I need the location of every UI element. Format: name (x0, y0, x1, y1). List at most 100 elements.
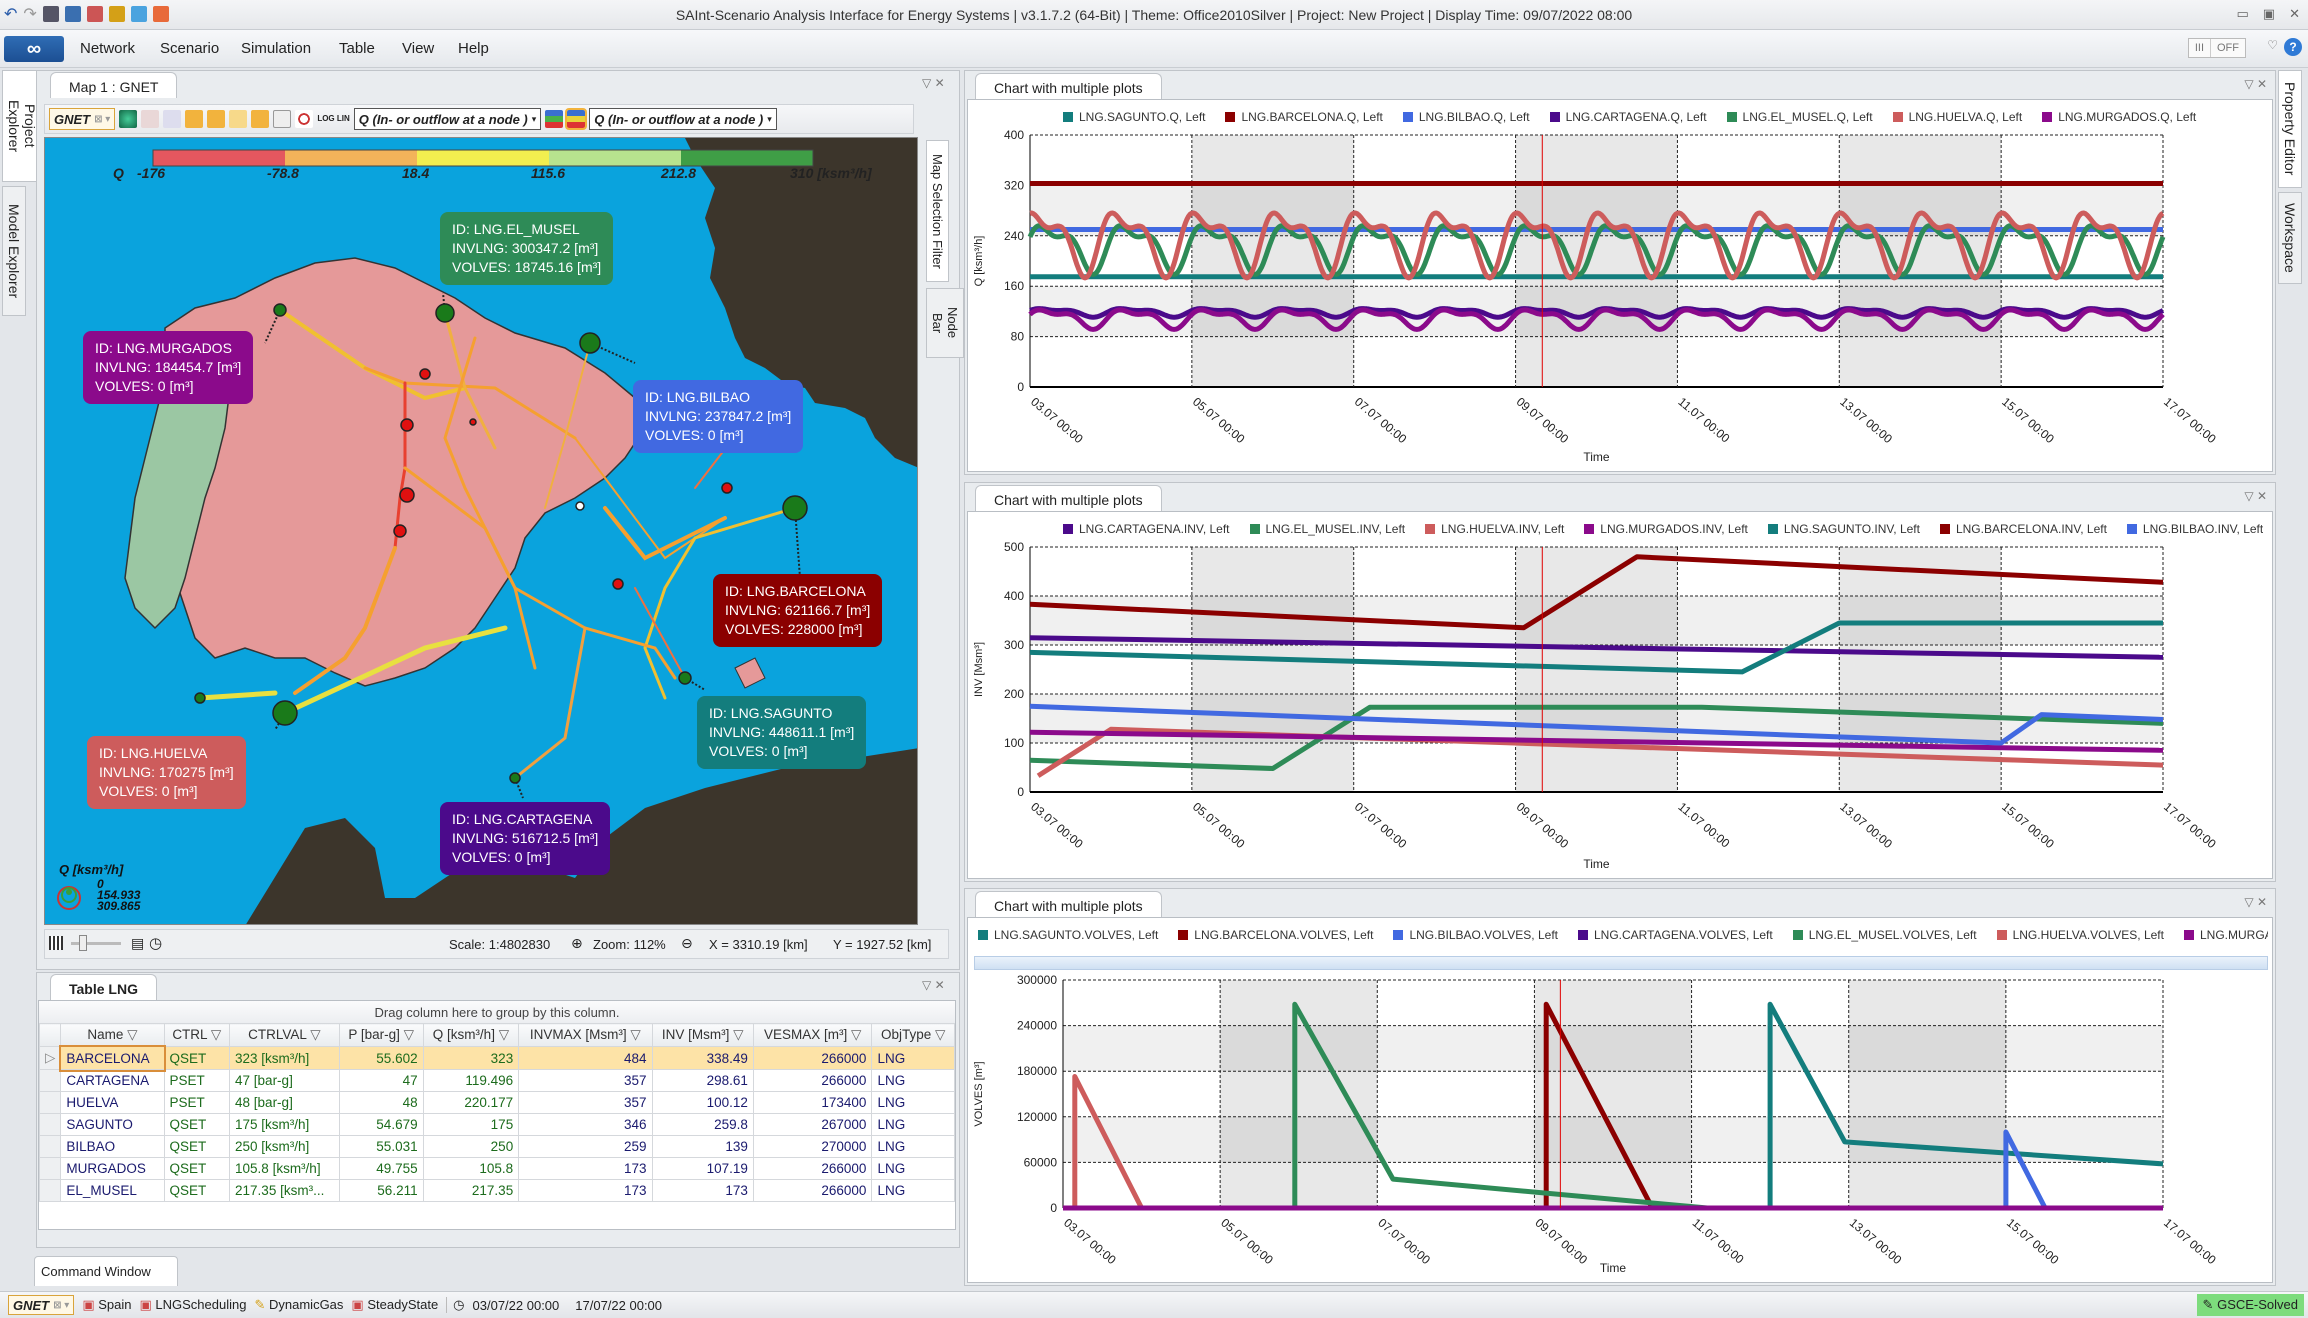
grid-toggle-icon[interactable] (49, 936, 63, 950)
network-selector[interactable]: GNET ⊠ ▾ (49, 108, 116, 130)
table-row[interactable]: MURGADOS QSET 105.8 [ksm³/h] 49.755 105.8 173… (38, 1157, 955, 1180)
table-cell[interactable]: CARTAGENA (60, 1069, 165, 1092)
table-cell[interactable]: 259 (518, 1135, 653, 1158)
row-indicator[interactable] (38, 1069, 62, 1092)
table-cell[interactable]: BARCELONA (58, 1044, 167, 1072)
table-cell[interactable]: 173400 (752, 1091, 873, 1114)
tab-chart[interactable]: Chart with multiple plots (975, 73, 1162, 99)
menu-network[interactable]: Network (80, 40, 135, 57)
table-cell[interactable]: 357 (518, 1091, 653, 1114)
table-cell[interactable]: 484 (518, 1046, 653, 1070)
filter-icon[interactable]: ▽ (306, 1027, 320, 1042)
infobox-barcelona[interactable]: ID: LNG.BARCELONA INVLNG: 621166.7 [m³] … (713, 574, 883, 647)
table-cell[interactable]: 357 (518, 1069, 653, 1092)
pipeline[interactable] (197, 690, 278, 701)
column-header[interactable]: VESMAX [m³] ▽ (752, 1023, 873, 1047)
side-tab-node-bar[interactable]: Node Bar (926, 288, 964, 358)
table-cell[interactable]: LNG (871, 1135, 955, 1158)
table-cell[interactable]: 48 (338, 1091, 424, 1114)
column-header[interactable]: INVMAX [Msm³] ▽ (518, 1023, 653, 1047)
side-tab-map-selection-filter[interactable]: Map Selection Filter (926, 140, 949, 282)
status-network-selector[interactable]: GNET ⊠ ▾ (8, 1295, 75, 1315)
lng-node-cartagena[interactable] (509, 772, 521, 784)
table-cell[interactable]: 267000 (752, 1113, 873, 1136)
filter-icon[interactable]: ▽ (400, 1027, 414, 1042)
menu-view[interactable]: View (402, 40, 434, 57)
table-cell[interactable]: 220.177 (422, 1091, 520, 1114)
scenario-lngscheduling[interactable]: ▣ LNGScheduling (139, 1297, 246, 1313)
list-icon[interactable] (163, 110, 182, 128)
column-header[interactable]: INV [Msm³] ▽ (651, 1023, 754, 1047)
table-cell[interactable]: 338.49 (651, 1046, 754, 1070)
map-canvas[interactable]: Q -176 -78.8 18.4 115.6 212.8 310 [ksm³/… (44, 137, 918, 925)
zoom-out-icon[interactable]: ⊖ (681, 935, 693, 952)
filter-icon[interactable]: ▽ (627, 1027, 640, 1042)
table-cell[interactable]: HUELVA (60, 1091, 165, 1114)
filter-icon[interactable]: ▽ (123, 1027, 137, 1042)
table-cell[interactable]: 55.031 (338, 1135, 424, 1158)
tab-command-window[interactable]: Command Window (34, 1256, 178, 1286)
maximize-button[interactable]: ▣ (2263, 6, 2275, 22)
map-panel-menu-icon[interactable]: ▽ ✕ (922, 76, 945, 90)
table-row[interactable]: CARTAGENA PSET 47 [bar-g] 47 119.496 357 298.6… (38, 1069, 955, 1092)
table-cell[interactable]: EL_MUSEL (60, 1179, 165, 1202)
infobox-sagunto[interactable]: ID: LNG.SAGUNTO INVLNG: 448611.1 [m³] VO… (697, 696, 867, 769)
scenario-steadystate[interactable]: ▣ SteadyState (351, 1297, 438, 1313)
size-legend-icon[interactable] (295, 110, 314, 128)
table-cell[interactable]: LNG (871, 1069, 955, 1092)
table-cell[interactable]: 266000 (752, 1179, 873, 1202)
table-cell[interactable]: 346 (518, 1113, 653, 1136)
table-row[interactable]: BILBAO QSET 250 [ksm³/h] 55.031 250 259 139 270… (38, 1135, 955, 1158)
side-tab-property-editor[interactable]: Property Editor (2278, 70, 2302, 188)
table-cell[interactable]: LNG (871, 1091, 955, 1114)
row-indicator[interactable]: ▷ (38, 1046, 62, 1070)
side-tab-model-explorer[interactable]: Model Explorer (2, 186, 26, 316)
table-cell[interactable]: 250 [ksm³/h] (229, 1135, 340, 1158)
node[interactable] (400, 418, 414, 432)
lng-node-bilbao[interactable] (579, 332, 601, 354)
table-cell[interactable]: SAGUNTO (60, 1113, 165, 1136)
table-cell[interactable]: QSET (163, 1113, 231, 1136)
lng-node-el-musel[interactable] (435, 303, 455, 323)
tab-chart[interactable]: Chart with multiple plots (975, 891, 1162, 917)
row-indicator[interactable] (38, 1113, 62, 1136)
table-cell[interactable]: 139 (651, 1135, 754, 1158)
table-cell[interactable]: 48 [bar-g] (229, 1091, 340, 1114)
branch-parameter-dropdown[interactable]: Q (In- or outflow at a node ) ▾ (589, 108, 777, 130)
table-cell[interactable]: MURGADOS (60, 1157, 165, 1180)
table-cell[interactable]: PSET (163, 1069, 231, 1092)
table-cell[interactable]: QSET (163, 1157, 231, 1180)
table-cell[interactable]: 175 [ksm³/h] (229, 1113, 340, 1136)
table-cell[interactable]: 259.8 (651, 1113, 754, 1136)
network-node-icon[interactable] (141, 110, 160, 128)
row-indicator[interactable] (38, 1179, 62, 1202)
zoom-in-icon[interactable]: ⊕ (571, 935, 583, 952)
calendar-icon[interactable]: ▤ (131, 935, 144, 952)
menu-simulation[interactable]: Simulation (241, 40, 311, 57)
menu-table[interactable]: Table (339, 40, 375, 57)
infobox-cartagena[interactable]: ID: LNG.CARTAGENA INVLNG: 516712.5 [m³] … (440, 802, 611, 875)
node[interactable] (419, 368, 431, 380)
node[interactable] (721, 482, 733, 494)
lng-node-sagunto[interactable] (678, 671, 692, 685)
table-cell[interactable]: 266000 (752, 1069, 873, 1092)
table-cell[interactable]: 54.679 (338, 1113, 424, 1136)
chart-panel-menu-icon[interactable]: ▽ ✕ (2244, 895, 2267, 909)
lng-node-murgados[interactable] (273, 303, 287, 317)
tab-map-1[interactable]: Map 1 : GNET (50, 72, 178, 98)
pipe-style-icon[interactable] (185, 110, 204, 128)
app-menu-button[interactable]: ∞ (4, 36, 64, 62)
clock-icon[interactable]: ◷ (149, 934, 162, 952)
node[interactable] (399, 487, 415, 503)
table-cell[interactable]: 175 (422, 1113, 520, 1136)
close-button[interactable]: ✕ (2289, 6, 2300, 22)
menu-scenario[interactable]: Scenario (160, 40, 219, 57)
infobox-murgados[interactable]: ID: LNG.MURGADOS INVLNG: 184454.7 [m³] V… (83, 331, 254, 404)
lng-node-huelva[interactable] (272, 700, 298, 726)
opacity-slider-thumb[interactable] (79, 935, 87, 951)
log-lin-toggle[interactable]: LOG LIN (317, 115, 349, 123)
table-cell[interactable]: 173 (518, 1179, 653, 1202)
tab-chart[interactable]: Chart with multiple plots (975, 485, 1162, 511)
table-cell[interactable]: 100.12 (651, 1091, 754, 1114)
table-row[interactable]: EL_MUSEL QSET 217.35 [ksm³... 56.211 217.35 1… (38, 1179, 955, 1202)
